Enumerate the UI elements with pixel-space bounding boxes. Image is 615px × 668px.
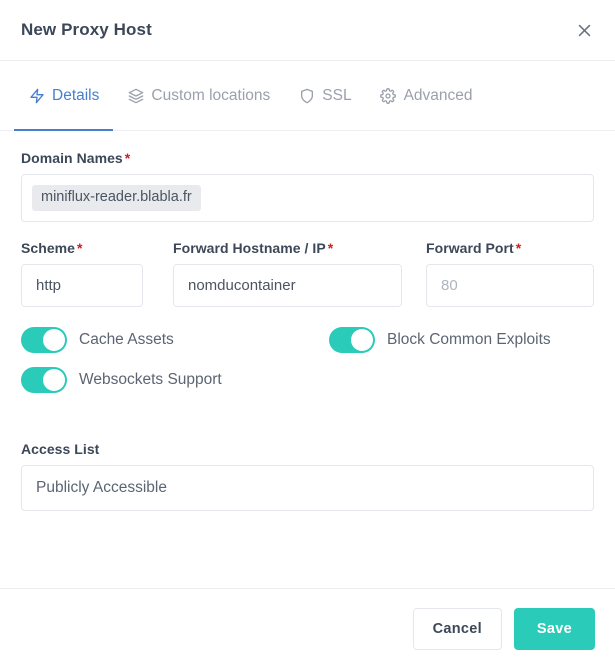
tab-ssl-label: SSL [322,86,352,104]
access-list-group: Access List Publicly Accessible [21,441,594,511]
forward-hostname-label: Forward Hostname / IP * [173,240,402,256]
access-list-label: Access List [21,441,594,457]
tab-advanced[interactable]: Advanced [366,61,487,130]
scheme-select[interactable]: http [21,264,143,307]
switch-knob [43,369,65,391]
required-marker: * [77,240,83,256]
tab-custom-locations[interactable]: Custom locations [113,61,284,130]
forward-settings-row: Scheme * http Forward Hostname / IP * nomd… [21,240,594,307]
tab-advanced-label: Advanced [403,86,473,104]
required-marker: * [327,240,334,256]
forward-port-input[interactable]: 80 [426,264,594,307]
scheme-value: http [36,277,62,294]
modal-header: New Proxy Host [0,0,615,61]
toggle-row-1: Cache Assets Block Common Exploits [21,327,594,353]
switch-knob [43,329,65,351]
websockets-support-toggle[interactable]: Websockets Support [21,367,329,393]
scheme-label-text: Scheme [21,240,75,256]
page-title: New Proxy Host [21,20,152,39]
block-common-exploits-label: Block Common Exploits [387,331,551,348]
required-marker: * [124,150,131,166]
save-button[interactable]: Save [513,607,595,650]
modal-body: Domain Names * miniflux-reader.blabla.fr … [0,131,615,588]
zap-icon [28,87,45,104]
toggle-row-2: Websockets Support [21,367,594,393]
access-list-value: Publicly Accessible [36,479,167,496]
cancel-button[interactable]: Cancel [412,607,502,650]
block-common-exploits-switch[interactable] [329,327,375,353]
shield-icon [298,87,315,104]
domain-names-label: Domain Names * [21,150,594,166]
websockets-support-switch[interactable] [21,367,67,393]
websockets-support-label: Websockets Support [79,371,222,388]
gear-icon [380,87,397,104]
forward-port-placeholder: 80 [441,277,458,294]
domain-names-group: Domain Names * miniflux-reader.blabla.fr [21,150,594,222]
cache-assets-switch[interactable] [21,327,67,353]
forward-hostname-input[interactable]: nomducontainer [173,264,402,307]
forward-hostname-group: Forward Hostname / IP * nomducontainer [173,240,426,307]
modal-footer: Cancel Save [0,588,615,668]
tab-ssl[interactable]: SSL [284,61,365,130]
tab-custom-locations-label: Custom locations [151,86,271,104]
scheme-group: Scheme * http [21,240,173,307]
forward-hostname-label-text: Forward Hostname / IP [173,240,326,256]
tab-bar: Details Custom locations SSL Advanced [0,61,615,131]
cache-assets-toggle[interactable]: Cache Assets [21,327,329,353]
forward-port-label: Forward Port * [426,240,594,256]
block-common-exploits-toggle[interactable]: Block Common Exploits [329,327,551,353]
forward-port-group: Forward Port * 80 [426,240,594,307]
forward-port-label-text: Forward Port [426,240,514,256]
access-list-label-text: Access List [21,441,100,457]
domain-names-label-text: Domain Names [21,150,123,166]
domain-names-input[interactable]: miniflux-reader.blabla.fr [21,174,594,222]
access-list-select[interactable]: Publicly Accessible [21,465,594,511]
tab-details[interactable]: Details [14,61,114,131]
tab-details-label: Details [52,86,100,104]
close-icon[interactable] [572,18,596,42]
switch-knob [351,329,373,351]
required-marker: * [515,240,522,256]
domain-name-token[interactable]: miniflux-reader.blabla.fr [32,184,201,212]
forward-hostname-value: nomducontainer [188,277,296,294]
scheme-label: Scheme * [21,240,143,256]
cache-assets-label: Cache Assets [79,331,174,348]
new-proxy-host-modal: New Proxy Host Details Custom locations … [0,0,615,668]
layers-icon [127,87,144,104]
